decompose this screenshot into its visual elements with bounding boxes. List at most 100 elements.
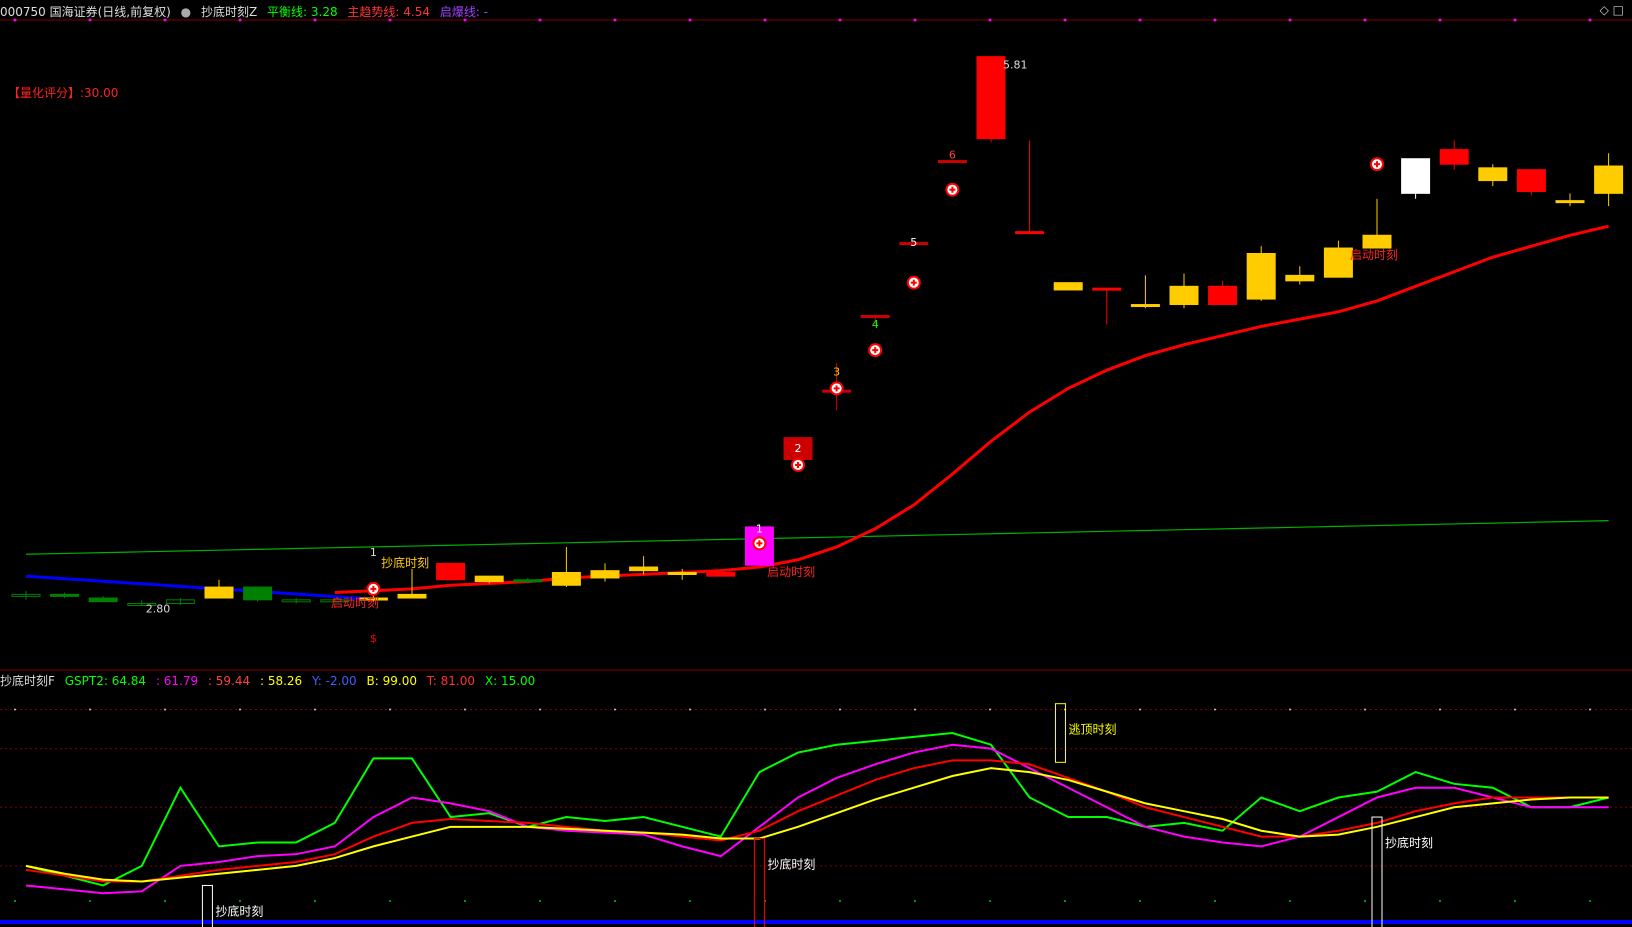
candle-body (436, 562, 466, 581)
grid-dot (539, 708, 541, 711)
candle-body (1285, 274, 1315, 282)
candle-body (1092, 287, 1122, 291)
top-dot (1363, 18, 1367, 22)
wave-number-label: $ (370, 632, 377, 645)
candle-body (1594, 165, 1624, 194)
top-dot (1288, 18, 1292, 22)
maximize-icon[interactable]: □ (1613, 3, 1624, 17)
grid-dot (1064, 900, 1066, 902)
x-label: X: 15.00 (484, 674, 536, 688)
grid-dot (1514, 900, 1516, 902)
indicator-series-line (25, 731, 1609, 887)
grid-dot (464, 708, 466, 711)
candle-body (50, 593, 80, 597)
main-header: 000750 国海证券(日线,前复权) ● 抄底时刻Z 平衡线: 3.28 主趋… (0, 3, 494, 20)
top-dot (763, 18, 767, 22)
grid-dot (464, 900, 466, 902)
sub-indicator-name[interactable]: 抄底时刻F (0, 674, 55, 688)
grid-dot (14, 708, 16, 711)
grid-dot (764, 708, 766, 711)
candle-body (1516, 169, 1546, 193)
top-right-controls: ◇ □ (1600, 3, 1624, 17)
candle-body (1439, 149, 1469, 165)
indicator-name[interactable]: 抄底时刻Z (201, 5, 257, 19)
grid-dot (1289, 708, 1291, 711)
wave-number-label: 4 (872, 318, 879, 331)
top-dot (988, 18, 992, 22)
stock-title[interactable]: 000750 国海证券(日线,前复权) (0, 5, 171, 19)
grid-dot (164, 708, 166, 711)
sub-signal-label: 抄底时刻 (215, 903, 263, 918)
grid-dot (389, 708, 391, 711)
top-dot (1438, 18, 1442, 22)
settings-icon[interactable]: ● (181, 5, 191, 19)
candle-body (1555, 200, 1585, 204)
stock-chart-canvas: 1234561$抄底时刻启动时刻启动时刻启动时刻5.812.80抄底时刻抄底时刻… (0, 18, 1632, 927)
gspt2-label: GSPT2: 64.84 (64, 674, 147, 688)
grid-dot (1514, 708, 1516, 711)
candle-body (88, 597, 118, 603)
top-dot (1063, 18, 1067, 22)
grid-dot (239, 708, 241, 711)
grid-dot (1214, 900, 1216, 902)
signal-box (1371, 816, 1383, 927)
value3-label: : 59.44 (207, 674, 251, 688)
grid-dot (1364, 708, 1366, 711)
grid-dot (1289, 900, 1291, 902)
grid-dot (1214, 708, 1216, 711)
score-label: 【量化评分】:30.00 (8, 86, 119, 100)
balance-line (25, 520, 1609, 555)
candle-body (513, 579, 543, 583)
sub-signal-label: 逃顶时刻 (1068, 723, 1116, 737)
candle-body (590, 570, 620, 579)
grid-dot (689, 900, 691, 902)
grid-dot (614, 900, 616, 902)
top-dot (913, 18, 917, 22)
candle-body (1169, 285, 1199, 306)
top-dot (1588, 18, 1592, 22)
candle-body (1362, 234, 1392, 249)
signal-box (1054, 703, 1066, 763)
grid-dot (914, 900, 916, 902)
grid-dot (989, 708, 991, 711)
trend-line-label: 主趋势线: 4.54 (347, 5, 430, 19)
grid-dot (1589, 900, 1591, 902)
grid-dot (1439, 708, 1441, 711)
grid-dot (914, 708, 916, 711)
wave-number-label: 6 (949, 149, 956, 162)
wave-number-label: 3 (833, 366, 840, 379)
high-price-label: 5.81 (1003, 59, 1028, 72)
balance-line-label: 平衡线: 3.28 (267, 5, 338, 19)
grid-dot (164, 900, 166, 902)
grid-dot (389, 900, 391, 902)
candle-body (1323, 247, 1353, 278)
wave-number-label: 1 (370, 546, 377, 559)
sub-header: 抄底时刻F GSPT2: 64.84 : 61.79 : 59.44 : 58.… (0, 672, 541, 689)
wave-number-label: 2 (795, 442, 802, 455)
grid-dot (89, 900, 91, 902)
candle-body (860, 314, 890, 318)
candle-body (1015, 231, 1045, 235)
grid-dot (839, 900, 841, 902)
top-dot (1513, 18, 1517, 22)
grid-dot (839, 708, 841, 711)
diamond-icon[interactable]: ◇ (1600, 3, 1609, 17)
signal-label: 启动时刻 (331, 596, 379, 610)
sub-signal-label: 抄底时刻 (767, 857, 815, 872)
candle-body (1246, 253, 1276, 300)
top-dot (538, 18, 542, 22)
candle-body (1478, 167, 1508, 182)
signal-label: 抄底时刻 (381, 555, 429, 570)
wave-number-label: 1 (756, 522, 763, 535)
candle-body (243, 586, 273, 601)
top-dot (613, 18, 617, 22)
grid-dot (539, 900, 541, 902)
candle-body (706, 572, 736, 577)
t-label: T: 81.00 (426, 674, 476, 688)
y-label: Y: -2.00 (312, 674, 357, 688)
signal-label: 启动时刻 (1350, 248, 1398, 262)
main-trend-line (334, 224, 1609, 595)
candle-body (204, 586, 234, 599)
grid-dot (1364, 900, 1366, 902)
grid-dot (89, 708, 91, 711)
